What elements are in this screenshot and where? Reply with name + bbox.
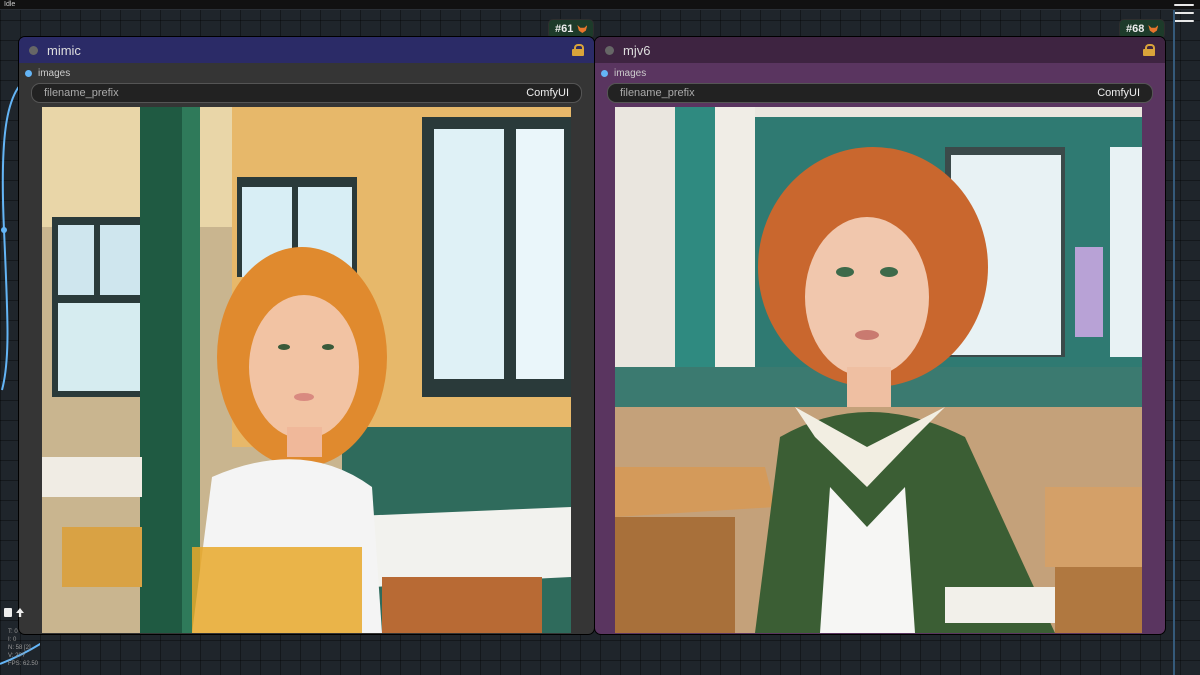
status-text: Idle: [4, 1, 16, 8]
stat-line: N: 58 [2]: [8, 645, 31, 651]
widget-label: filename_prefix: [620, 87, 695, 99]
stat-line: T: 0: [8, 629, 18, 635]
lock-icon[interactable]: [1143, 44, 1155, 56]
slot-label: images: [38, 67, 71, 79]
top-status-bar: Idle: [0, 0, 1200, 10]
output-slot[interactable]: images: [19, 63, 594, 83]
collapse-dot[interactable]: [605, 45, 614, 55]
slot-dot[interactable]: [601, 69, 608, 77]
side-panel-edge: [1173, 10, 1175, 675]
stat-line: FPS: 62.50: [8, 661, 39, 667]
node-id-badge: #61: [548, 19, 595, 39]
corner-toolbar: [4, 608, 24, 617]
filename-prefix-field[interactable]: filename_prefix ComfyUI: [31, 83, 582, 103]
node-title: mjv6: [623, 42, 651, 58]
widget-label: filename_prefix: [44, 87, 119, 99]
filename-prefix-field[interactable]: filename_prefix ComfyUI: [607, 83, 1153, 103]
widget-value: ComfyUI: [526, 87, 569, 99]
node-header[interactable]: mimic: [19, 37, 594, 63]
stat-line: V: 2??: [8, 653, 26, 659]
preview-node-mimic[interactable]: mimic images filename_prefix ComfyUI: [19, 37, 594, 634]
upload-icon[interactable]: [16, 608, 24, 617]
preview-image: [615, 107, 1142, 633]
stat-line: I: 0: [8, 637, 17, 643]
preview-image: [42, 107, 571, 633]
widget-value: ComfyUI: [1097, 87, 1140, 99]
node-header[interactable]: mjv6: [595, 37, 1165, 63]
slot-label: images: [614, 67, 647, 79]
fox-icon: [577, 25, 588, 33]
output-slot[interactable]: images: [595, 63, 1165, 83]
node-title: mimic: [47, 42, 81, 58]
preview-node-mjv6[interactable]: mjv6 images filename_prefix ComfyUI: [595, 37, 1165, 634]
save-icon[interactable]: [4, 608, 12, 617]
lock-icon[interactable]: [572, 44, 584, 56]
render-stats: T: 0 I: 0 N: 58 [2] V: 2?? FPS: 62.50: [8, 628, 38, 668]
fox-icon: [1148, 25, 1159, 33]
menu-icon[interactable]: [1174, 4, 1194, 22]
node-id-badge: #68: [1119, 19, 1166, 39]
slot-dot[interactable]: [25, 69, 32, 77]
collapse-dot[interactable]: [29, 45, 38, 55]
